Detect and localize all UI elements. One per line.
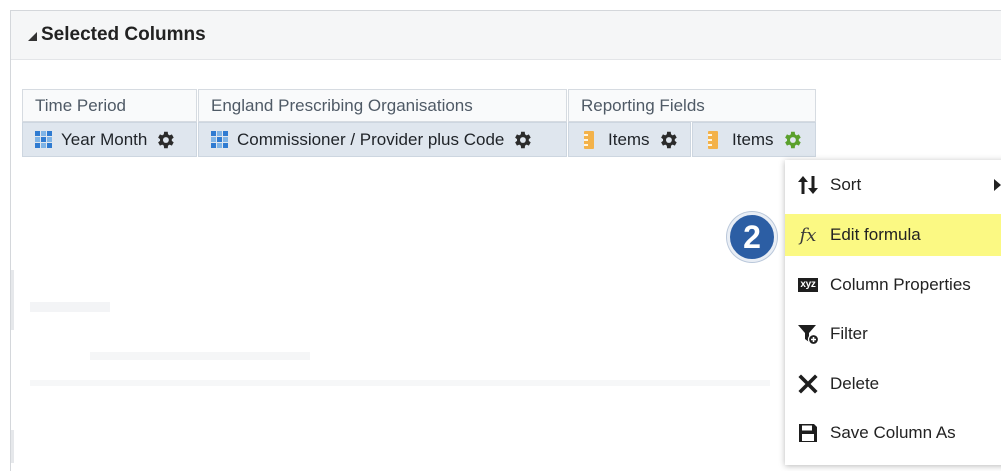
submenu-arrow-icon [994, 179, 1001, 191]
delete-x-icon [795, 371, 821, 397]
column-group-row: Time Period England Prescribing Organisa… [22, 89, 817, 122]
attribute-grid-icon [211, 131, 228, 148]
filter-funnel-icon [795, 321, 821, 347]
column-items-1[interactable]: Items [568, 122, 691, 157]
menu-item-label: Save Column As [830, 423, 956, 442]
gear-icon[interactable] [154, 129, 176, 151]
menu-item-edit-formula[interactable]: fx Edit formula [785, 214, 1001, 256]
column-items-2[interactable]: Items [692, 122, 816, 157]
menu-item-label: Delete [830, 374, 880, 393]
background-divider [30, 380, 770, 386]
menu-item-label: Edit formula [830, 225, 921, 244]
measure-ruler-icon [708, 130, 718, 149]
gear-icon[interactable] [657, 129, 679, 151]
menu-item-delete[interactable]: Delete [785, 363, 1001, 405]
column-row: Year Month Commissioner / Provider plus … [22, 122, 817, 157]
xyz-properties-icon: xyz [798, 278, 818, 292]
menu-item-label: Filter [830, 324, 868, 343]
gear-icon[interactable] [511, 129, 533, 151]
column-context-menu: Sort fx Edit formula xyz Column Properti… [785, 160, 1001, 465]
menu-item-save-column-as[interactable]: Save Column As [785, 412, 1001, 454]
save-floppy-icon [795, 420, 821, 446]
background-divider [30, 302, 110, 312]
attribute-grid-icon [35, 131, 52, 148]
menu-item-filter[interactable]: Filter [785, 313, 1001, 355]
selected-columns-table: Time Period England Prescribing Organisa… [22, 89, 817, 157]
group-header-time-period: Time Period [22, 89, 197, 122]
background-divider [11, 430, 14, 463]
fx-formula-icon: fx [799, 224, 817, 246]
panel-header[interactable]: Selected Columns [11, 11, 1001, 60]
menu-item-label: Sort [830, 175, 862, 194]
background-divider [11, 270, 14, 330]
background-divider [90, 352, 310, 360]
menu-item-label: Column Properties [830, 275, 971, 294]
gear-icon-active[interactable] [781, 129, 803, 151]
column-label: Items [608, 129, 650, 149]
column-label: Commissioner / Provider plus Code [237, 129, 505, 149]
column-commissioner-provider-plus-code[interactable]: Commissioner / Provider plus Code [198, 122, 567, 157]
group-header-england-prescribing-organisations: England Prescribing Organisations [198, 89, 567, 122]
step-number-badge: 2 [727, 212, 777, 262]
menu-item-column-properties[interactable]: xyz Column Properties [785, 264, 1001, 306]
collapse-triangle-icon[interactable] [28, 32, 37, 41]
column-year-month[interactable]: Year Month [22, 122, 197, 157]
panel-title: Selected Columns [41, 24, 206, 45]
measure-ruler-icon [584, 130, 594, 149]
menu-item-sort[interactable]: Sort [785, 164, 1001, 206]
column-label: Year Month [61, 129, 148, 149]
sort-arrows-icon [795, 172, 821, 198]
column-label: Items [732, 129, 774, 149]
group-header-reporting-fields: Reporting Fields [568, 89, 816, 122]
